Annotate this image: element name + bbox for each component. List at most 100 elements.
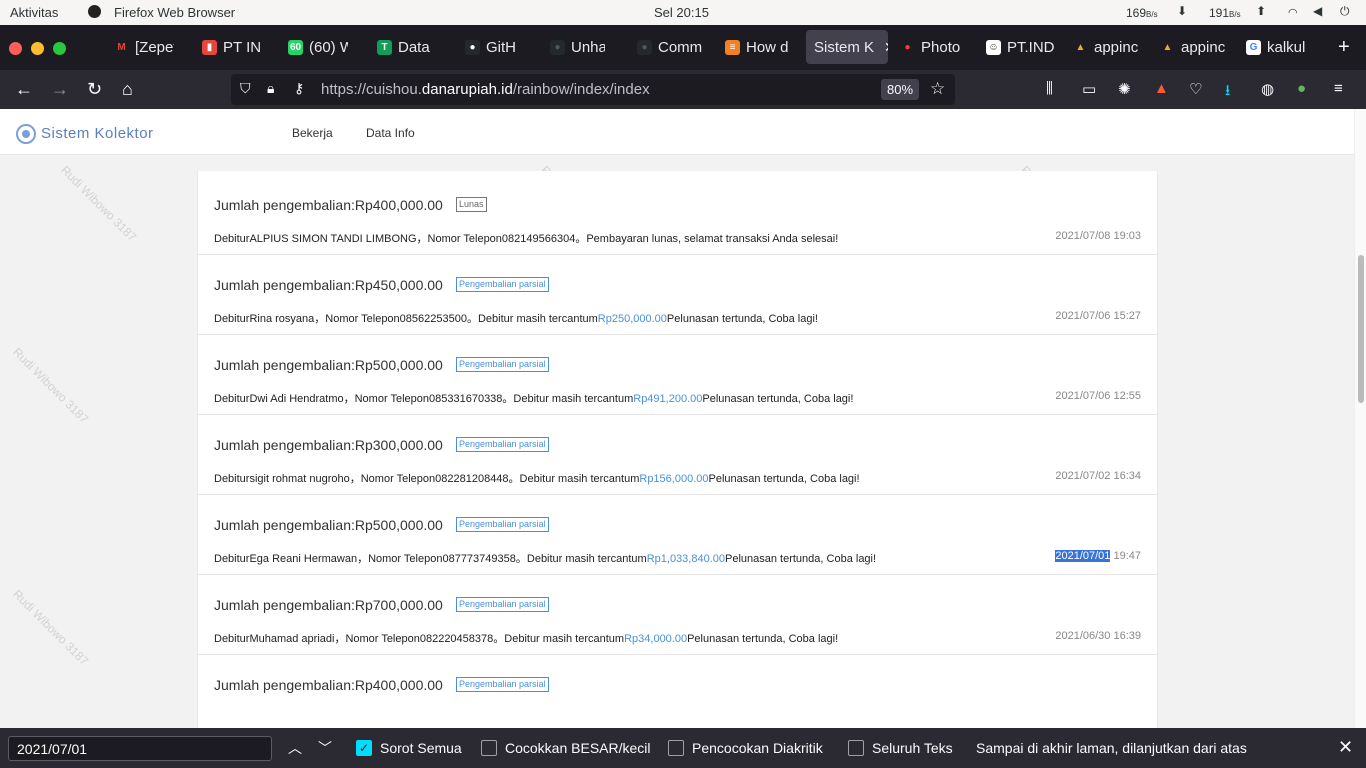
find-input[interactable]: [8, 736, 272, 761]
menu-data-info[interactable]: Data Info: [366, 126, 415, 140]
repayment-amount: Jumlah pengembalian:Rp700,000.00: [214, 597, 443, 613]
power-icon[interactable]: ⏻: [1340, 4, 1350, 19]
tab-favicon-icon: 60: [288, 39, 303, 55]
tab-9[interactable]: ● Photo: [900, 30, 965, 64]
description-text: DebiturMuhamad apriadi，Nomor Telepon0822…: [214, 633, 625, 645]
description-text: DebiturALPIUS SIMON TANDI LIMBONG，Nomor …: [214, 233, 839, 245]
repayment-description: DebiturEga Reani Hermawan，Nomor Telepon0…: [214, 550, 876, 566]
bookmark-star-icon[interactable]: ☆: [930, 79, 945, 99]
tab-label: kalkula: [1267, 38, 1306, 56]
repayment-list: Jumlah pengembalian:Rp400,000.00 Lunas Deb…: [197, 171, 1158, 728]
repayment-entry: Jumlah pengembalian:Rp500,000.00 Pengemba…: [198, 335, 1157, 415]
timestamp-date: 2021/07/02: [1055, 470, 1111, 482]
app-menu[interactable]: Firefox Web Browser: [114, 5, 235, 20]
lock-icon[interactable]: 🔒︎: [267, 80, 274, 97]
close-find-bar-icon[interactable]: ✕: [1338, 737, 1353, 758]
tab-5[interactable]: ● Unhan: [550, 30, 605, 64]
tab-favicon-icon: ●: [550, 39, 565, 55]
find-next-icon[interactable]: ﹀: [318, 738, 332, 758]
find-previous-icon[interactable]: ︿: [288, 738, 302, 758]
tab-label: Photo: [921, 38, 961, 56]
repayment-entry: Jumlah pengembalian:Rp400,000.00 Lunas Deb…: [198, 175, 1157, 255]
repayment-amount: Jumlah pengembalian:Rp300,000.00: [214, 437, 443, 453]
close-window-button[interactable]: [9, 42, 22, 55]
new-tab-button[interactable]: +: [1338, 36, 1350, 59]
shield-icon[interactable]: ⛉: [240, 80, 251, 97]
clock[interactable]: Sel 20:15: [654, 5, 709, 20]
navigation-toolbar: ← → ↻ ⌂ ⛉ 🔒︎ ⚷ https://cuishou.danarupia…: [0, 70, 1366, 109]
tab-label: [Zepet: [135, 38, 174, 56]
match-case-checkbox[interactable]: [481, 740, 497, 756]
tab-0[interactable]: M [Zepet: [114, 30, 174, 64]
hamburger-menu-icon[interactable]: ≡: [1334, 80, 1343, 97]
reload-icon[interactable]: ↻: [87, 78, 102, 100]
tab-favicon-icon: M: [114, 39, 129, 55]
watermark-text: Rudi Wibowo 3187: [58, 163, 140, 245]
close-tab-icon[interactable]: ✕: [884, 39, 888, 56]
downloads-icon[interactable]: ⭳: [1225, 80, 1230, 105]
tab-10[interactable]: ☺ PT.IND: [986, 30, 1056, 64]
extension-cookie-icon[interactable]: ✺: [1118, 80, 1131, 98]
diacritics-label[interactable]: Pencocokan Diakritik: [692, 740, 823, 756]
tab-favicon-icon: ●: [637, 39, 652, 55]
site-brand[interactable]: Sistem Kolektor: [41, 125, 154, 142]
repayment-entry: Jumlah pengembalian:Rp400,000.00 Pengemba…: [198, 655, 1157, 728]
tab-1[interactable]: ▮ PT IND: [202, 30, 262, 64]
timestamp-time: 12:55: [1113, 390, 1141, 402]
highlight-all-label[interactable]: Sorot Semua: [380, 740, 462, 756]
status-badge: Pengembalian parsial: [456, 437, 549, 452]
repayment-amount: Jumlah pengembalian:Rp450,000.00: [214, 277, 443, 293]
page-viewport: Sistem Kolektor Bekerja Data Info Rudi W…: [0, 109, 1366, 728]
tab-12[interactable]: ▲ appinc: [1160, 30, 1230, 64]
tab-3[interactable]: T Data L: [377, 30, 432, 64]
scrollbar-thumb[interactable]: [1358, 255, 1364, 403]
tab-label: PT IND: [223, 38, 262, 56]
diacritics-checkbox[interactable]: [668, 740, 684, 756]
whole-words-label[interactable]: Seluruh Teks: [872, 740, 953, 756]
whole-words-checkbox[interactable]: [848, 740, 864, 756]
tab-8[interactable]: Sistem K ✕: [806, 30, 888, 64]
globe-extension-icon[interactable]: ◍: [1261, 80, 1274, 98]
activities-button[interactable]: Aktivitas: [10, 5, 58, 20]
back-icon[interactable]: ←: [15, 78, 33, 100]
tab-11[interactable]: ▲ appinc: [1073, 30, 1143, 64]
permissions-key-icon[interactable]: ⚷: [294, 80, 304, 97]
url-prefix: https://cuishou.: [321, 81, 422, 98]
tab-4[interactable]: ● GitHub: [465, 30, 515, 64]
url-bar[interactable]: ⛉ 🔒︎ ⚷ https://cuishou.danarupiah.id/rai…: [231, 74, 955, 105]
minimize-window-button[interactable]: [31, 42, 44, 55]
arrow-down-icon: ⬇: [1177, 4, 1188, 18]
net-down-rate: 169B/s: [1126, 6, 1158, 20]
library-icon[interactable]: ⫼: [1046, 80, 1053, 97]
page-scrollbar[interactable]: [1354, 109, 1366, 728]
forward-icon[interactable]: →: [51, 78, 69, 100]
timestamp-date: 2021/07/08: [1055, 230, 1111, 242]
tab-label: GitHub: [486, 38, 515, 56]
find-match-highlight: 2021/07/01: [1055, 550, 1111, 562]
volume-icon[interactable]: ◀: [1313, 4, 1322, 18]
tab-6[interactable]: ● Comm: [637, 30, 707, 64]
wifi-icon[interactable]: ◠: [1288, 6, 1298, 19]
maximize-window-button[interactable]: [53, 42, 66, 55]
menu-bekerja[interactable]: Bekerja: [292, 126, 333, 140]
repayment-description: Debitursigit rohmat nugroho，Nomor Telepo…: [214, 470, 860, 486]
home-icon[interactable]: ⌂: [122, 78, 133, 100]
description-suffix: Pelunasan tertunda, Coba lagi!: [702, 393, 854, 405]
url-text[interactable]: https://cuishou.danarupiah.id/rainbow/in…: [321, 81, 650, 98]
tab-7[interactable]: ≡ How d: [725, 30, 793, 64]
pocket-icon[interactable]: ♡: [1189, 80, 1202, 98]
match-case-label[interactable]: Cocokkan BESAR/kecil: [505, 740, 651, 756]
repayment-description: DebiturRina rosyana，Nomor Telepon0856225…: [214, 310, 818, 326]
sidebar-icon[interactable]: ▭: [1082, 80, 1096, 98]
extension-leaf-icon[interactable]: ●: [1297, 80, 1306, 97]
tab-favicon-icon: ▲: [1160, 39, 1175, 55]
highlight-all-checkbox[interactable]: ✓: [356, 740, 372, 756]
extension-bag-icon[interactable]: ▲: [1154, 80, 1169, 97]
tab-13[interactable]: Gkalkula: [1246, 30, 1306, 64]
tab-label: (60) W: [309, 38, 348, 56]
net-up-value: 191: [1209, 6, 1230, 20]
repayment-amount: Jumlah pengembalian:Rp400,000.00: [214, 197, 443, 213]
tab-2[interactable]: 60 (60) W: [288, 30, 348, 64]
zoom-level-button[interactable]: 80%: [881, 79, 919, 100]
firefox-app-icon: [88, 5, 101, 18]
